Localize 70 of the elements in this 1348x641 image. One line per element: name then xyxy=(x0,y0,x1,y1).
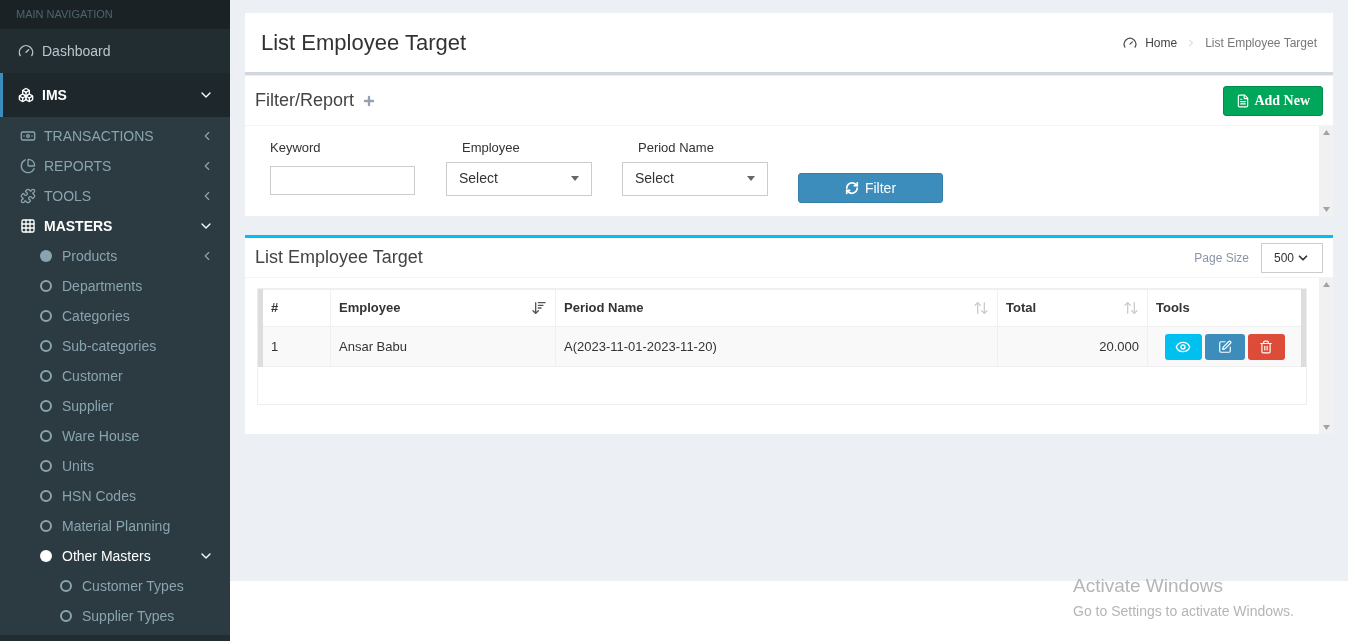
refresh-icon xyxy=(844,181,859,195)
sidebar-item[interactable]: Categories xyxy=(0,301,230,331)
view-button[interactable] xyxy=(1164,333,1202,360)
sidebar-item[interactable]: MASTERS xyxy=(0,211,230,241)
gauge-icon xyxy=(18,43,34,59)
sort-icon[interactable] xyxy=(531,300,547,316)
document-icon xyxy=(1236,93,1251,108)
table-cell: 20.000 xyxy=(997,326,1148,367)
boxes-icon xyxy=(18,87,34,103)
sidebar-item[interactable]: TRANSACTIONS xyxy=(0,121,230,151)
sidebar-item[interactable]: Customer Types xyxy=(0,571,230,601)
sidebar-item[interactable]: Material Planning xyxy=(0,511,230,541)
breadcrumb-item: List Employee Target xyxy=(1205,34,1317,52)
edit-icon xyxy=(1217,339,1232,354)
puzzle-icon xyxy=(20,188,36,204)
column-header: Tools xyxy=(1147,289,1304,327)
sidebar-item[interactable]: IMS xyxy=(0,73,230,117)
gauge-icon xyxy=(1123,35,1138,50)
page-size-select[interactable]: 500 xyxy=(1261,242,1323,273)
select-field[interactable]: Select xyxy=(622,161,768,196)
sidebar-item[interactable]: Ware House xyxy=(0,421,230,451)
panel-title: List Employee Target xyxy=(255,246,423,269)
plus-icon[interactable] xyxy=(362,93,377,108)
scroll-down-icon[interactable] xyxy=(1322,425,1330,430)
sidebar-item[interactable]: TOOLS xyxy=(0,181,230,211)
scrollbar[interactable] xyxy=(1319,126,1333,216)
column-header[interactable]: Employee xyxy=(330,289,556,327)
sidebar-item[interactable]: Units xyxy=(0,451,230,481)
sidebar-item[interactable]: Customer xyxy=(0,361,230,391)
sidebar-item[interactable]: Products xyxy=(0,241,230,271)
sidebar-item[interactable]: Dashboard xyxy=(0,29,230,73)
page-title: List Employee Target xyxy=(261,29,467,57)
activation-title: Activate Windows xyxy=(1073,574,1224,598)
field-label: Employee xyxy=(461,139,521,157)
column-header[interactable]: Period Name xyxy=(555,289,998,327)
scroll-down-icon[interactable] xyxy=(1322,207,1330,212)
column-header[interactable]: Total xyxy=(997,289,1148,327)
sidebar-item[interactable]: Supplier xyxy=(0,391,230,421)
sidebar-item[interactable]: Other Masters xyxy=(0,541,230,571)
filter-button[interactable]: Filter xyxy=(798,173,943,203)
add-new-button[interactable]: Add New xyxy=(1223,85,1323,116)
panel-title: Filter/Report xyxy=(255,89,355,112)
dropdown-arrow-icon xyxy=(571,176,579,181)
trash-icon xyxy=(1259,339,1273,354)
scroll-up-icon[interactable] xyxy=(1322,282,1330,287)
edit-button[interactable] xyxy=(1204,333,1245,360)
scroll-up-icon[interactable] xyxy=(1322,130,1330,135)
page-size-label: Page Size xyxy=(1194,249,1249,267)
column-header: # xyxy=(260,289,331,327)
sidebar-item[interactable]: Departments xyxy=(0,271,230,301)
grid-icon xyxy=(20,218,36,234)
keyword-field[interactable] xyxy=(270,165,415,195)
table-cell: A(2023-11-01-2023-11-20) xyxy=(555,326,998,367)
field-label: Keyword xyxy=(270,139,322,157)
field-label: Period Name xyxy=(637,139,715,157)
breadcrumb-link[interactable]: Home xyxy=(1145,33,1178,52)
nav-header: MAIN NAVIGATION xyxy=(16,7,113,23)
table-cell: 1 xyxy=(260,326,331,367)
select-field[interactable]: Select xyxy=(446,161,592,196)
banknote-icon xyxy=(20,128,36,144)
sidebar-item[interactable]: Sub-categories xyxy=(0,331,230,361)
table-cell: Ansar Babu xyxy=(330,326,556,367)
activation-text: Go to Settings to activate Windows. xyxy=(1073,601,1294,621)
scrollbar[interactable] xyxy=(1319,278,1333,434)
sidebar-item[interactable]: REPORTS xyxy=(0,151,230,181)
sidebar-item[interactable]: HSN Codes xyxy=(0,481,230,511)
delete-button[interactable] xyxy=(1247,333,1285,360)
pie-chart-icon xyxy=(20,158,36,174)
sidebar-item[interactable]: Supplier Types xyxy=(0,601,230,631)
dropdown-arrow-icon xyxy=(747,176,755,181)
